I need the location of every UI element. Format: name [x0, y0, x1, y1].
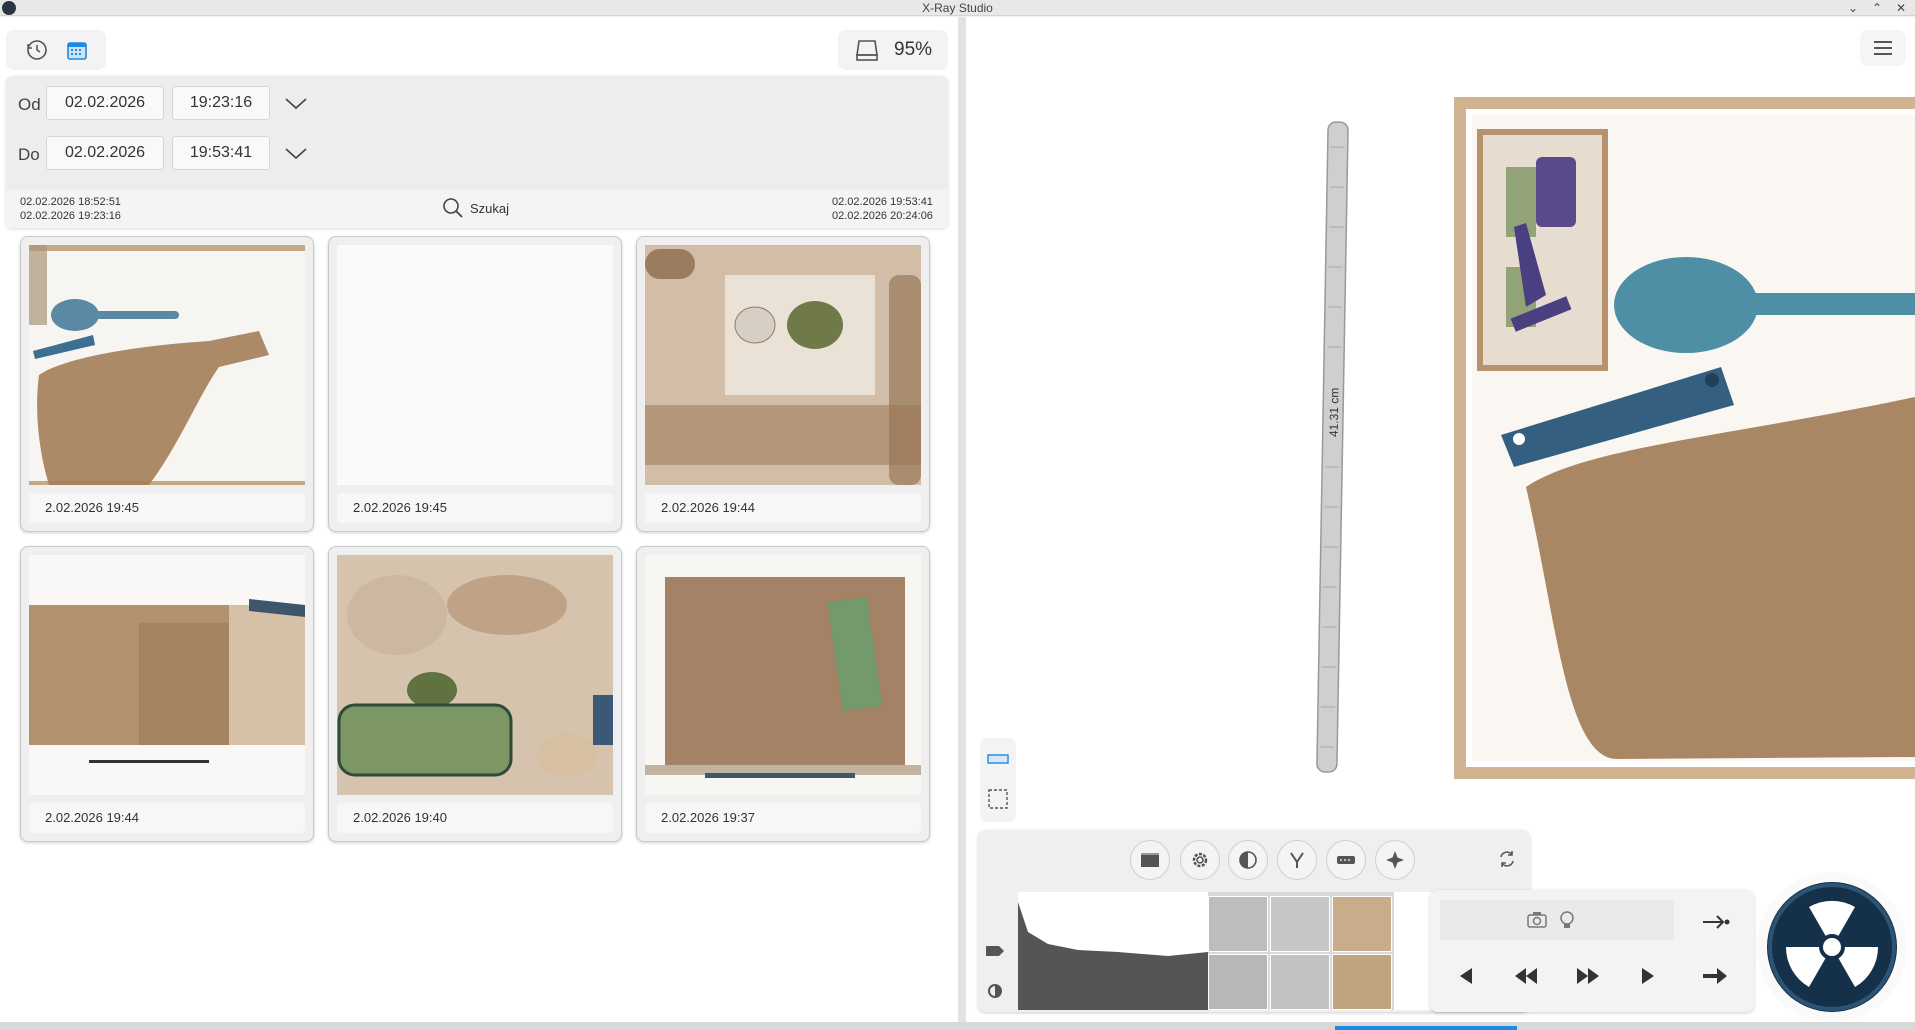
xray-thumbnail: [337, 245, 613, 485]
next-icon[interactable]: [1698, 958, 1734, 994]
xray-scan-button[interactable]: [1757, 872, 1907, 1022]
status-stripe: [0, 1022, 1915, 1030]
storage-percent: 95%: [894, 39, 933, 60]
maximize-button[interactable]: ⌃: [1869, 0, 1885, 16]
gallery-card[interactable]: 2.02.2026 19:45: [328, 236, 622, 532]
playback-controls: [1430, 890, 1754, 1012]
enhance-icon[interactable]: [1375, 840, 1415, 880]
preset-thumb[interactable]: [1270, 954, 1330, 1010]
card-timestamp: 2.02.2026 19:44: [645, 493, 921, 523]
preset-thumb[interactable]: [1208, 896, 1268, 952]
dock-icon[interactable]: [1698, 904, 1734, 940]
tag-icon[interactable]: [980, 936, 1010, 966]
gamma-icon[interactable]: [1277, 840, 1317, 880]
card-timestamp: 2.02.2026 19:44: [29, 803, 305, 833]
range-left-end: 02.02.2026 19:23:16: [20, 210, 121, 222]
calendar-icon[interactable]: [62, 35, 92, 65]
range-left-start: 02.02.2026 18:52:51: [20, 196, 121, 208]
search-label: Szukaj: [470, 200, 510, 216]
gallery-card[interactable]: 2.02.2026 19:45: [20, 236, 314, 532]
gallery-card[interactable]: 2.02.2026 19:40: [328, 546, 622, 842]
radiation-icon: [1767, 882, 1897, 1012]
storage-indicator: 95%: [838, 30, 948, 70]
to-label: Do: [18, 145, 40, 164]
card-timestamp: 2.02.2026 19:40: [337, 803, 613, 833]
gallery-card[interactable]: 2.02.2026 19:37: [636, 546, 930, 842]
card-timestamp: 2.02.2026 19:37: [645, 803, 921, 833]
settings-icon[interactable]: [1180, 840, 1220, 880]
range-bar: 02.02.2026 18:52:51 02.02.2026 19:23:16 …: [6, 190, 948, 228]
search-icon: [443, 198, 463, 218]
ruler-measure: 41.31 cm: [1327, 388, 1342, 438]
minimize-button[interactable]: ⌄: [1845, 0, 1861, 16]
active-tab-indicator: [1335, 1026, 1517, 1030]
view-mode-group: [6, 30, 106, 70]
card-timestamp: 2.02.2026 19:45: [29, 493, 305, 523]
xray-thumbnail: [29, 555, 305, 795]
measure-icon[interactable]: [983, 744, 1013, 774]
card-timestamp: 2.02.2026 19:45: [337, 493, 613, 523]
menu-icon: [1874, 41, 1892, 55]
edge-icon[interactable]: [1326, 840, 1366, 880]
play-icon[interactable]: [1630, 958, 1666, 994]
storage-icon: [852, 35, 882, 65]
xray-thumbnail: [645, 555, 921, 795]
contrast-icon[interactable]: [1228, 840, 1268, 880]
gallery-card[interactable]: 2.02.2026 19:44: [636, 236, 930, 532]
preset-thumb[interactable]: [1270, 896, 1330, 952]
from-label: Od: [18, 95, 41, 114]
prev-icon[interactable]: [1448, 958, 1484, 994]
gallery-card[interactable]: 2.02.2026 19:44: [20, 546, 314, 842]
close-button[interactable]: ✕: [1893, 0, 1909, 16]
range-right-start: 02.02.2026 19:53:41: [832, 196, 933, 208]
brightness-icon[interactable]: [980, 976, 1010, 1006]
filter-icon[interactable]: [1130, 840, 1170, 880]
to-time-field[interactable]: 19:53:41: [172, 136, 270, 170]
xray-thumbnail: [645, 245, 921, 485]
to-date-field[interactable]: 02.02.2026: [46, 136, 164, 170]
preset-thumb[interactable]: [1332, 954, 1392, 1010]
xray-thumbnail: [29, 245, 305, 485]
history-icon[interactable]: [22, 35, 52, 65]
range-right-end: 02.02.2026 20:24:06: [832, 210, 933, 222]
title-bar: X-Ray Studio ⌄ ⌃ ✕: [0, 0, 1915, 16]
chevron-down-icon[interactable]: [284, 142, 308, 166]
select-icon[interactable]: [983, 784, 1013, 814]
bulb-icon[interactable]: [1552, 905, 1582, 935]
rotate-icon[interactable]: [1492, 844, 1522, 874]
forward-icon[interactable]: [1570, 958, 1606, 994]
capture-strip: [1440, 900, 1674, 940]
xray-thumbnail: [337, 555, 613, 795]
search-button[interactable]: Szukaj: [442, 197, 509, 219]
camera-icon[interactable]: [1522, 905, 1552, 935]
window-title: X-Ray Studio: [922, 1, 993, 15]
rewind-icon[interactable]: [1508, 958, 1544, 994]
measure-tools: [980, 738, 1016, 822]
preset-thumb[interactable]: [1208, 954, 1268, 1010]
pane-splitter[interactable]: [958, 17, 966, 1022]
preset-thumb[interactable]: [1332, 896, 1392, 952]
from-date-field[interactable]: 02.02.2026: [46, 86, 164, 120]
preset-thumbnails[interactable]: [1208, 892, 1394, 1010]
chevron-down-icon[interactable]: [284, 92, 308, 116]
from-time-field[interactable]: 19:23:16: [172, 86, 270, 120]
menu-button[interactable]: [1860, 30, 1906, 66]
